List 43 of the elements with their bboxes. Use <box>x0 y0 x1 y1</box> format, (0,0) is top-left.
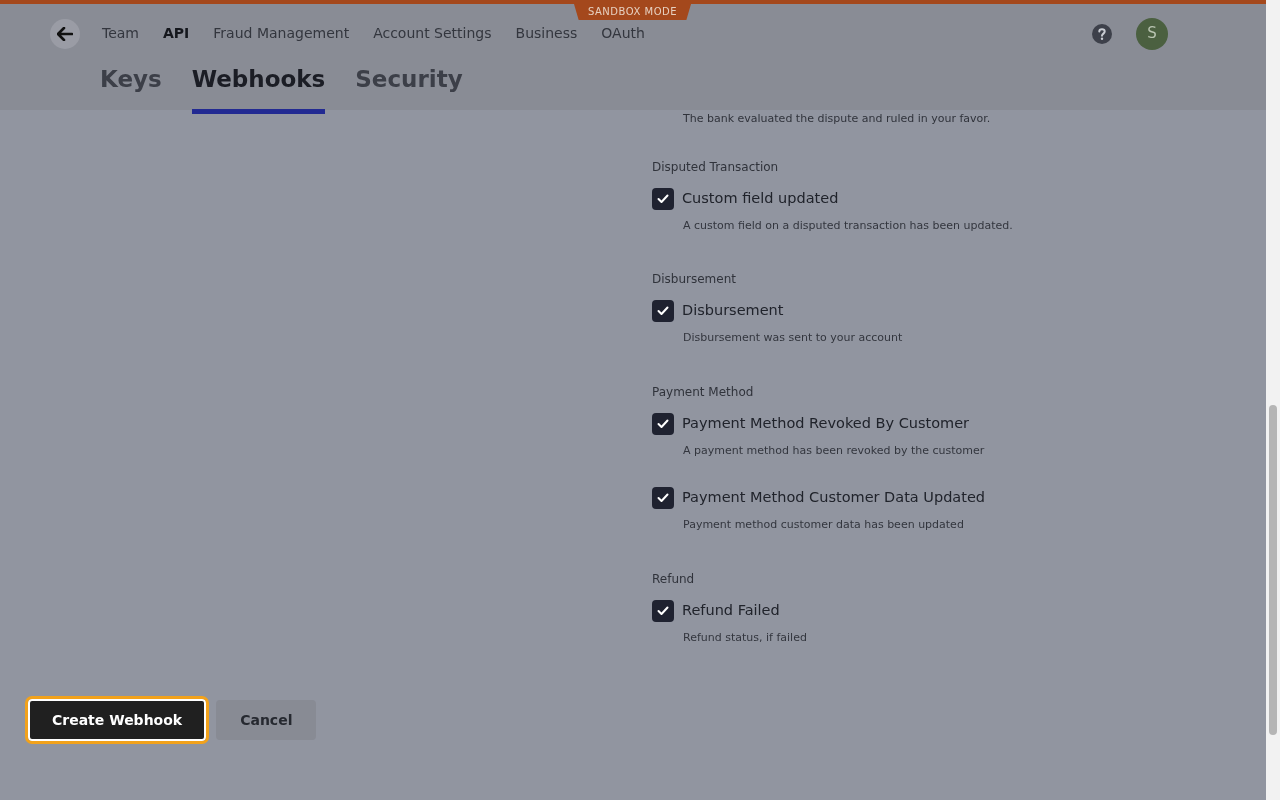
group-heading: Disputed Transaction <box>652 158 780 176</box>
nav-link[interactable]: Team <box>102 23 139 44</box>
tab[interactable]: Webhooks <box>191 62 326 114</box>
checkbox[interactable] <box>652 599 674 622</box>
event-description: Disbursement was sent to your account <box>683 330 904 346</box>
nav-link[interactable]: Business <box>515 23 578 44</box>
checkbox-label[interactable]: Payment Method Customer Data Updated <box>682 487 986 509</box>
checkbox[interactable] <box>652 412 674 435</box>
event-description: A custom field on a disputed transaction has been updated. <box>683 217 1014 234</box>
group-heading: Refund <box>652 570 696 588</box>
checkbox-label[interactable]: Custom field updated <box>682 187 839 210</box>
check-icon <box>657 418 669 429</box>
nav-link[interactable]: Fraud Management <box>213 23 350 44</box>
nav-link[interactable]: OAuth <box>601 23 645 44</box>
scrollbar[interactable] <box>1266 0 1280 800</box>
avatar[interactable]: S <box>1136 17 1168 50</box>
cancel-button[interactable]: Cancel <box>216 700 317 740</box>
check-icon <box>657 306 669 316</box>
event-description: A payment method has been revoked by the customer <box>683 442 986 459</box>
checkbox[interactable] <box>652 300 674 322</box>
create-webhook-button[interactable]: Create Webhook <box>28 699 207 741</box>
checkbox-label[interactable]: Refund Failed <box>682 599 780 622</box>
check-icon <box>657 493 669 503</box>
tab[interactable]: Keys <box>100 62 162 114</box>
nav-link[interactable]: API <box>163 23 190 44</box>
nav-link[interactable]: Account Settings <box>373 23 492 44</box>
check-icon <box>657 605 669 616</box>
group-heading: Disbursement <box>652 271 737 288</box>
checkbox-label[interactable]: Payment Method Revoked By Customer <box>682 412 970 435</box>
scrollbar-thumb[interactable] <box>1269 405 1277 735</box>
event-description: Refund status, if failed <box>683 629 808 646</box>
checkbox[interactable] <box>652 187 674 210</box>
checkbox-label[interactable]: Disbursement <box>682 300 784 322</box>
back-arrow-icon <box>57 26 73 41</box>
help-icon[interactable] <box>1092 23 1112 44</box>
sandbox-mode-banner: SANDBOX MODE <box>574 4 692 20</box>
event-description: The bank evaluated the dispute and ruled in your favor. <box>683 111 992 127</box>
group-heading: Payment Method <box>652 383 755 401</box>
check-icon <box>657 193 669 204</box>
event-description: Payment method customer data has been updated <box>683 517 965 533</box>
tab[interactable]: Security <box>355 62 463 114</box>
back-button[interactable] <box>50 18 80 49</box>
checkbox[interactable] <box>652 487 674 509</box>
